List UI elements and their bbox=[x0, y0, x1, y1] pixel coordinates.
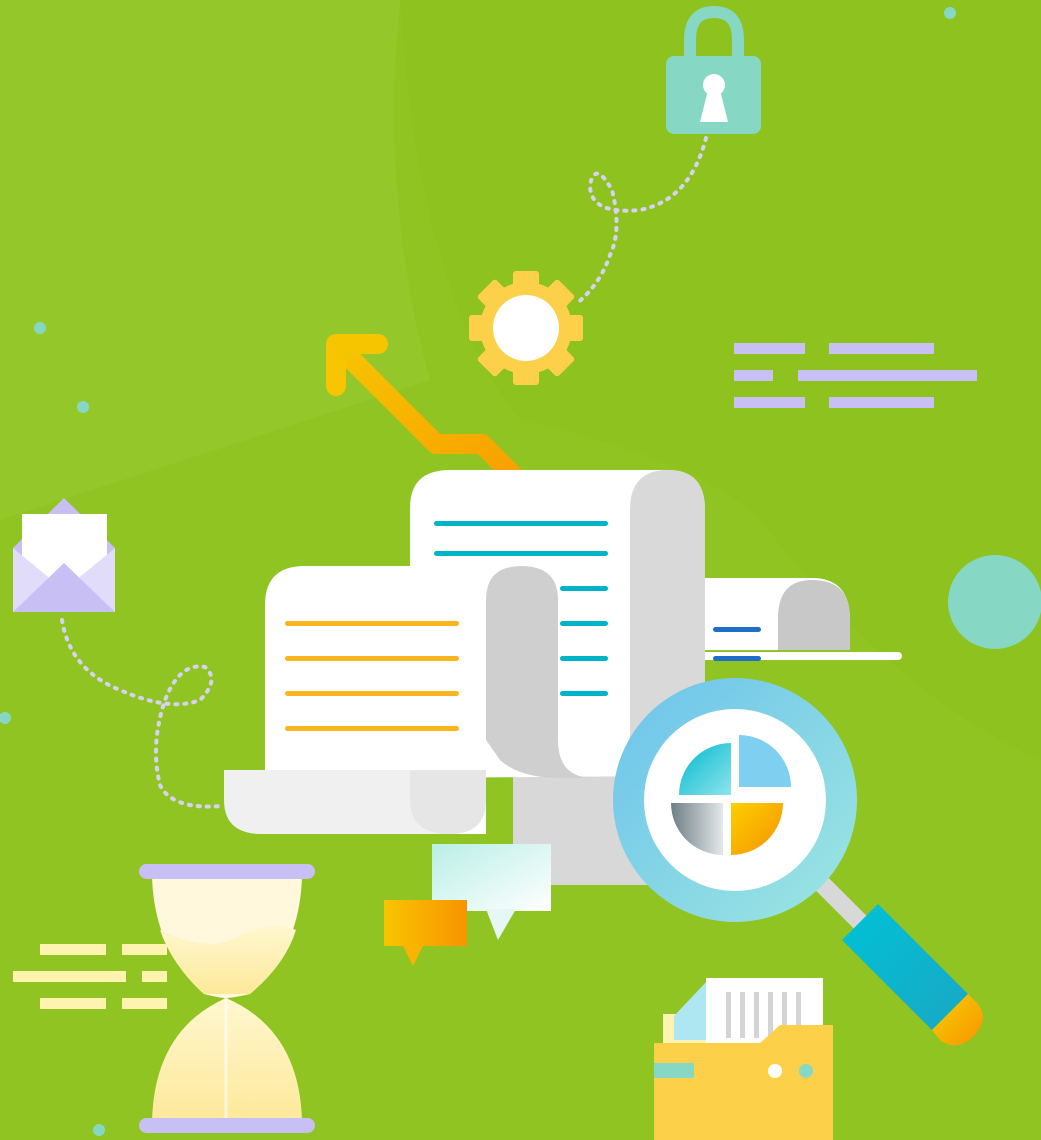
mint-circle bbox=[948, 555, 1041, 649]
envelope-icon bbox=[13, 498, 115, 612]
gear-icon bbox=[469, 271, 583, 385]
dotted-path-top bbox=[573, 136, 708, 307]
illustration-canvas bbox=[0, 0, 1041, 1140]
padlock-icon bbox=[666, 5, 761, 134]
text-lines-icon bbox=[734, 343, 977, 408]
